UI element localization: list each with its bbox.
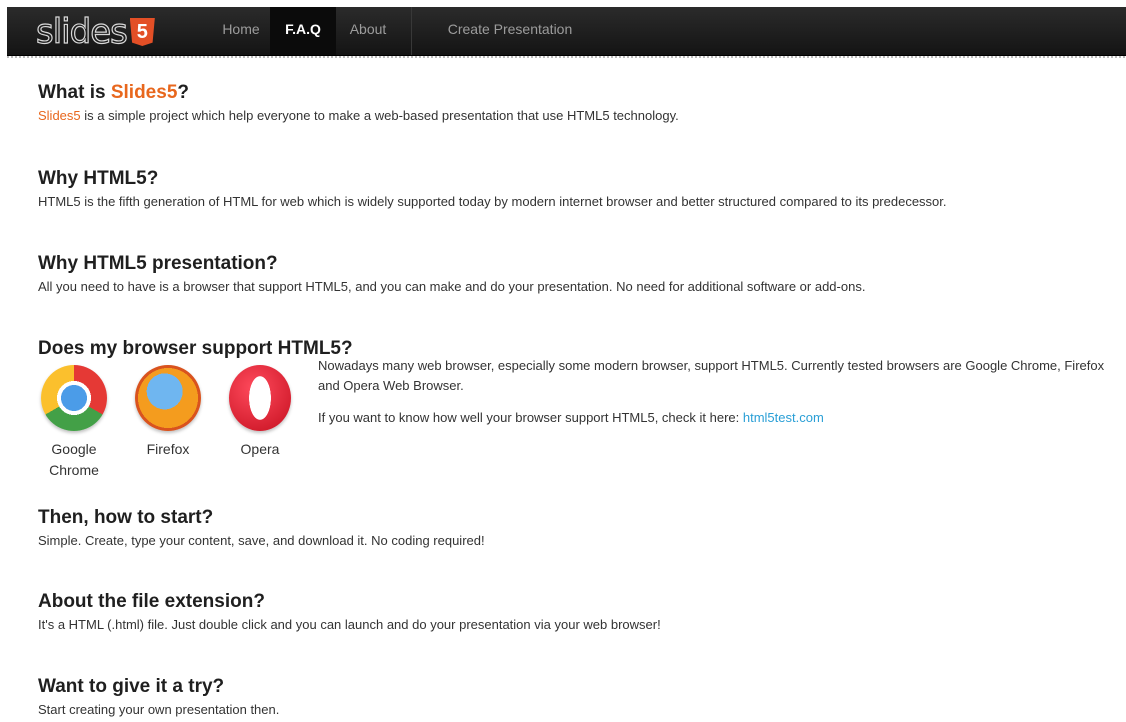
faq-answer: Simple. Create, type your content, save,… (38, 533, 485, 548)
html5-badge-icon: 5 (129, 18, 155, 46)
faq-answer: HTML5 is the fifth generation of HTML fo… (38, 194, 947, 209)
browser-label: Google Chrome (49, 441, 99, 478)
browser-list: Google Chrome Firefox Opera (38, 365, 298, 485)
nav-divider (411, 7, 412, 55)
brand-text: slides (35, 12, 128, 52)
faq-question-title: Want to give it a try? (38, 676, 225, 697)
faq-answer: Start creating your own presentation the… (38, 702, 280, 717)
opera-icon (229, 365, 291, 431)
faq-answer: Slides5 is a simple project which help e… (38, 108, 679, 123)
browser-support-text: Nowadays many web browser, especially so… (318, 356, 1123, 428)
browser-firefox: Firefox (132, 365, 204, 460)
faq-file-extension: About the file extension? It's a HTML (.… (38, 589, 1123, 635)
faq-answer: All you need to have is a browser that s… (38, 279, 866, 294)
browser-label: Opera (240, 441, 280, 457)
faq-what-is: What is Slides5? Slides5 is a simple pro… (38, 80, 1123, 126)
faq-browser-support: Does my browser support HTML5? Google Ch… (38, 336, 1123, 496)
browser-opera: Opera (224, 365, 296, 460)
browser-chrome: Google Chrome (38, 365, 110, 481)
faq-answer: Nowadays many web browser, especially so… (318, 358, 1105, 393)
faq-question-title: What is Slides5? (38, 82, 189, 103)
faq-why-html5-presentation: Why HTML5 presentation? All you need to … (38, 251, 1123, 297)
faq-question-title: Why HTML5 presentation? (38, 253, 278, 274)
faq-give-it-a-try: Want to give it a try? Start creating yo… (38, 674, 1123, 720)
nav-create-presentation[interactable]: Create Presentation (425, 7, 595, 55)
faq-question-title: Then, how to start? (38, 507, 214, 528)
html5test-link[interactable]: html5test.com (743, 410, 824, 425)
brand-logo[interactable]: slides 5 (35, 12, 155, 52)
faq-question-title: About the file extension? (38, 591, 265, 612)
faq-answer-link-line: If you want to know how well your browse… (318, 410, 824, 425)
faq-how-to-start: Then, how to start? Simple. Create, type… (38, 505, 1123, 551)
nav-about[interactable]: About (340, 7, 396, 55)
nav-home[interactable]: Home (215, 7, 267, 55)
faq-answer: It's a HTML (.html) file. Just double cl… (38, 617, 661, 632)
firefox-icon (135, 365, 201, 431)
nav-faq[interactable]: F.A.Q (270, 7, 336, 55)
browser-label: Firefox (146, 441, 190, 457)
chrome-icon (41, 365, 107, 431)
faq-question-title: Why HTML5? (38, 168, 159, 189)
faq-why-html5: Why HTML5? HTML5 is the fifth generation… (38, 166, 1123, 212)
top-navbar: slides 5 Home F.A.Q About Create Present… (7, 7, 1126, 58)
